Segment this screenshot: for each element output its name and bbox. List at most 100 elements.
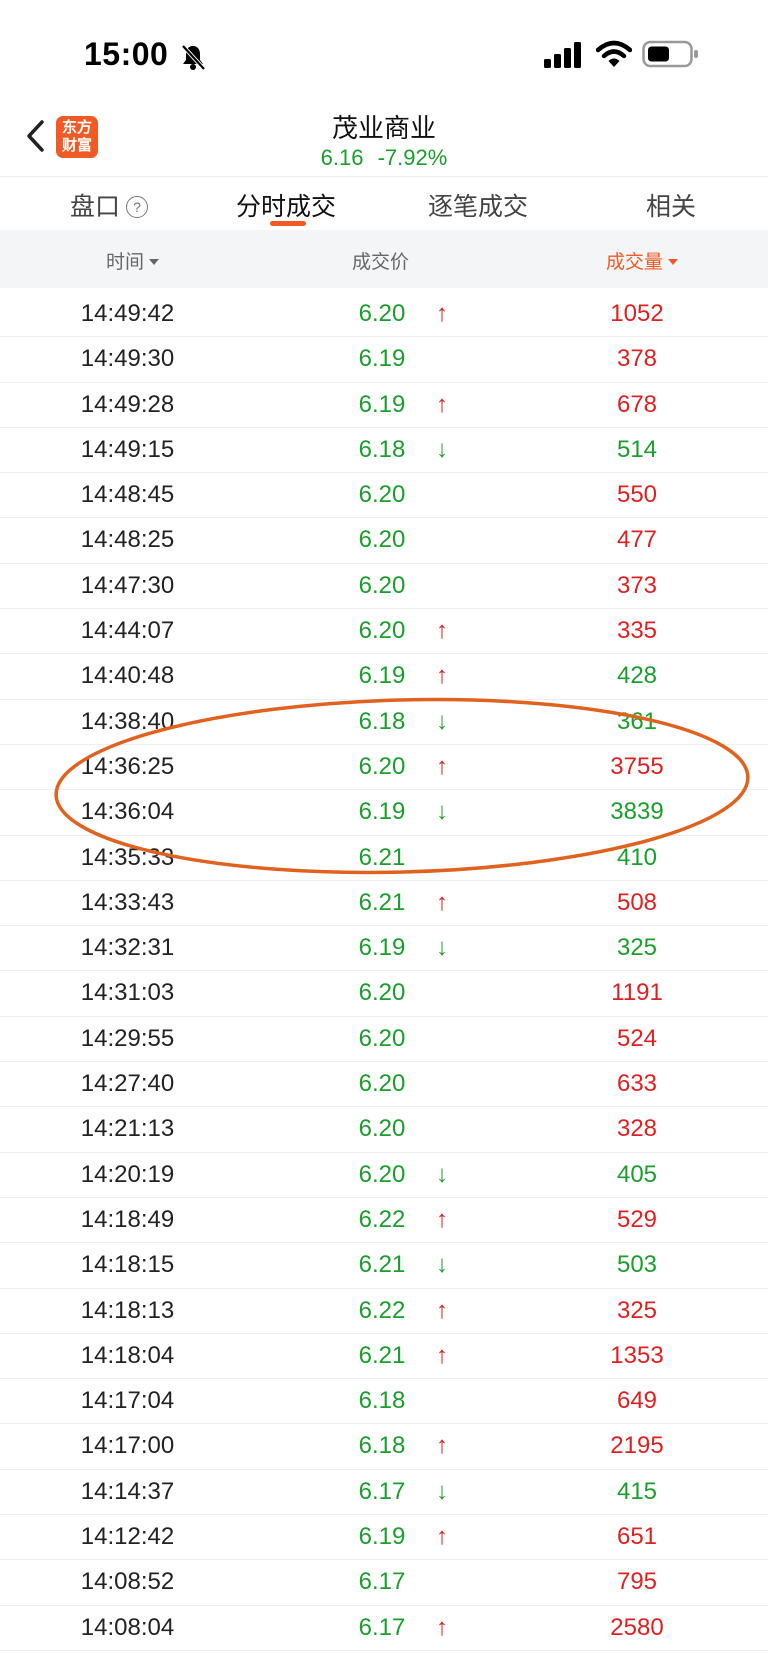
trade-time: 14:36:25: [80, 752, 175, 780]
trade-time: 14:33:43: [80, 888, 175, 916]
trade-volume: 1353: [610, 1341, 664, 1369]
direction-arrow-icon: ↑: [436, 662, 448, 690]
trade-time: 14:38:40: [80, 707, 175, 735]
trade-time: 14:17:04: [80, 1387, 175, 1415]
sort-caret-icon: [668, 259, 679, 265]
direction-arrow-icon: ↑: [436, 1341, 448, 1369]
trade-price: 6.19: [358, 798, 406, 826]
trade-time: 14:48:25: [80, 526, 175, 554]
direction-arrow-icon: ↑: [436, 1613, 448, 1641]
trade-list[interactable]: 14:49:42 6.20 ↑ 1052 14:49:30 6.19 378 14:49:28…: [0, 292, 768, 1651]
trade-row: 14:18:15 6.21 ↓ 503: [0, 1243, 768, 1289]
trade-row: 14:17:00 6.18 ↑ 2195: [0, 1424, 768, 1470]
trade-price: 6.18: [358, 435, 406, 463]
stock-price: 6.16: [320, 145, 364, 170]
trade-time: 14:20:19: [80, 1160, 175, 1188]
trade-price: 6.21: [358, 888, 406, 916]
trade-row: 14:35:33 6.21 410: [0, 836, 768, 881]
trade-row: 14:40:48 6.19 ↑ 428: [0, 654, 768, 700]
trade-row: 14:18:13 6.22 ↑ 325: [0, 1289, 768, 1334]
direction-arrow-icon: ↑: [436, 1296, 448, 1324]
tab-related-label: 相关: [646, 193, 697, 221]
status-time: 15:00: [84, 36, 169, 72]
trade-row: 14:18:49 6.22 ↑ 529: [0, 1198, 768, 1244]
trade-volume: 678: [616, 390, 658, 418]
trade-time: 14:18:49: [80, 1205, 175, 1233]
trade-price: 6.21: [358, 1341, 406, 1369]
direction-arrow-icon: ↓: [436, 1477, 448, 1505]
trade-row: 14:49:28 6.19 ↑ 678: [0, 383, 768, 428]
trade-row: 14:47:30 6.20 373: [0, 564, 768, 610]
column-volume[interactable]: 成交量: [606, 247, 679, 274]
trade-price: 6.19: [358, 662, 406, 690]
trade-time: 14:49:28: [80, 390, 175, 418]
trade-row: 14:14:37 6.17 ↓ 415: [0, 1470, 768, 1516]
trade-row: 14:49:15 6.18 ↓ 514: [0, 428, 768, 474]
help-icon[interactable]: ?: [126, 196, 149, 218]
trade-volume: 410: [616, 843, 658, 871]
trade-price: 6.22: [358, 1205, 406, 1233]
tab-pankou[interactable]: 盘口?: [70, 187, 149, 223]
column-time[interactable]: 时间: [106, 247, 160, 274]
stock-change: -7.92%: [377, 145, 448, 170]
trade-price: 6.20: [358, 1070, 406, 1098]
trade-row: 14:08:04 6.17 ↑ 2580: [0, 1606, 768, 1651]
trade-time: 14:48:45: [80, 481, 175, 509]
trade-row: 14:33:43 6.21 ↑ 508: [0, 881, 768, 927]
stock-header: 东方 财富 茂业商业 6.16 -7.92%: [0, 100, 768, 176]
trade-time: 14:49:15: [80, 435, 175, 463]
trade-volume: 524: [616, 1024, 658, 1052]
trade-volume: 649: [616, 1387, 658, 1415]
trade-price: 6.20: [358, 979, 406, 1007]
trade-time: 14:14:37: [80, 1477, 175, 1505]
trade-time: 14:12:42: [80, 1523, 175, 1551]
trade-price: 6.20: [358, 571, 406, 599]
tab-related[interactable]: 相关: [646, 187, 696, 223]
trade-time: 14:21:13: [80, 1115, 175, 1143]
trade-price: 6.18: [358, 1387, 406, 1415]
column-time-label: 时间: [106, 252, 145, 273]
direction-arrow-icon: ↓: [436, 934, 448, 962]
trade-time: 14:35:33: [80, 843, 175, 871]
tab-tick-trades[interactable]: 逐笔成交: [428, 187, 528, 223]
trade-volume: 405: [616, 1160, 658, 1188]
trade-row: 14:36:04 6.19 ↓ 3839: [0, 790, 768, 836]
trade-row: 14:48:25 6.20 477: [0, 518, 768, 564]
trade-price: 6.20: [358, 1160, 406, 1188]
trade-row: 14:36:25 6.20 ↑ 3755: [0, 745, 768, 791]
direction-arrow-icon: ↓: [436, 435, 448, 463]
trade-row: 14:20:19 6.20 ↓ 405: [0, 1153, 768, 1198]
active-tab-indicator: [270, 221, 306, 226]
trade-price: 6.17: [358, 1477, 406, 1505]
trade-time: 14:08:52: [80, 1568, 175, 1596]
trade-time: 14:36:04: [80, 798, 175, 826]
trade-volume: 325: [616, 1296, 658, 1324]
trade-time: 14:44:07: [80, 617, 175, 645]
trade-price: 6.19: [358, 345, 406, 373]
trade-row: 14:32:31 6.19 ↓ 325: [0, 926, 768, 972]
trade-volume: 550: [616, 481, 658, 509]
direction-arrow-icon: ↑: [436, 1432, 448, 1460]
direction-arrow-icon: ↑: [436, 752, 448, 780]
trade-volume: 508: [616, 888, 658, 916]
trade-volume: 2195: [610, 1432, 664, 1460]
direction-arrow-icon: ↓: [436, 707, 448, 735]
stock-quote: 6.16 -7.92%: [0, 145, 768, 171]
trade-time: 14:18:04: [80, 1341, 175, 1369]
trade-time: 14:18:13: [80, 1296, 175, 1324]
cellular-signal-icon: [544, 42, 581, 68]
trade-price: 6.19: [358, 934, 406, 962]
trade-time: 14:18:15: [80, 1251, 175, 1279]
trade-volume: 1191: [611, 979, 663, 1007]
trade-row: 14:44:07 6.20 ↑ 335: [0, 609, 768, 655]
tab-time-trades[interactable]: 分时成交: [236, 187, 336, 223]
direction-arrow-icon: ↑: [436, 617, 448, 645]
trade-price: 6.19: [358, 1523, 406, 1551]
trade-volume: 361: [616, 707, 658, 735]
trade-time: 14:40:48: [80, 662, 175, 690]
direction-arrow-icon: ↑: [436, 1205, 448, 1233]
trade-volume: 373: [616, 571, 658, 599]
trade-volume: 428: [616, 662, 658, 690]
trade-price: 6.17: [358, 1568, 406, 1596]
trade-price: 6.20: [358, 1115, 406, 1143]
